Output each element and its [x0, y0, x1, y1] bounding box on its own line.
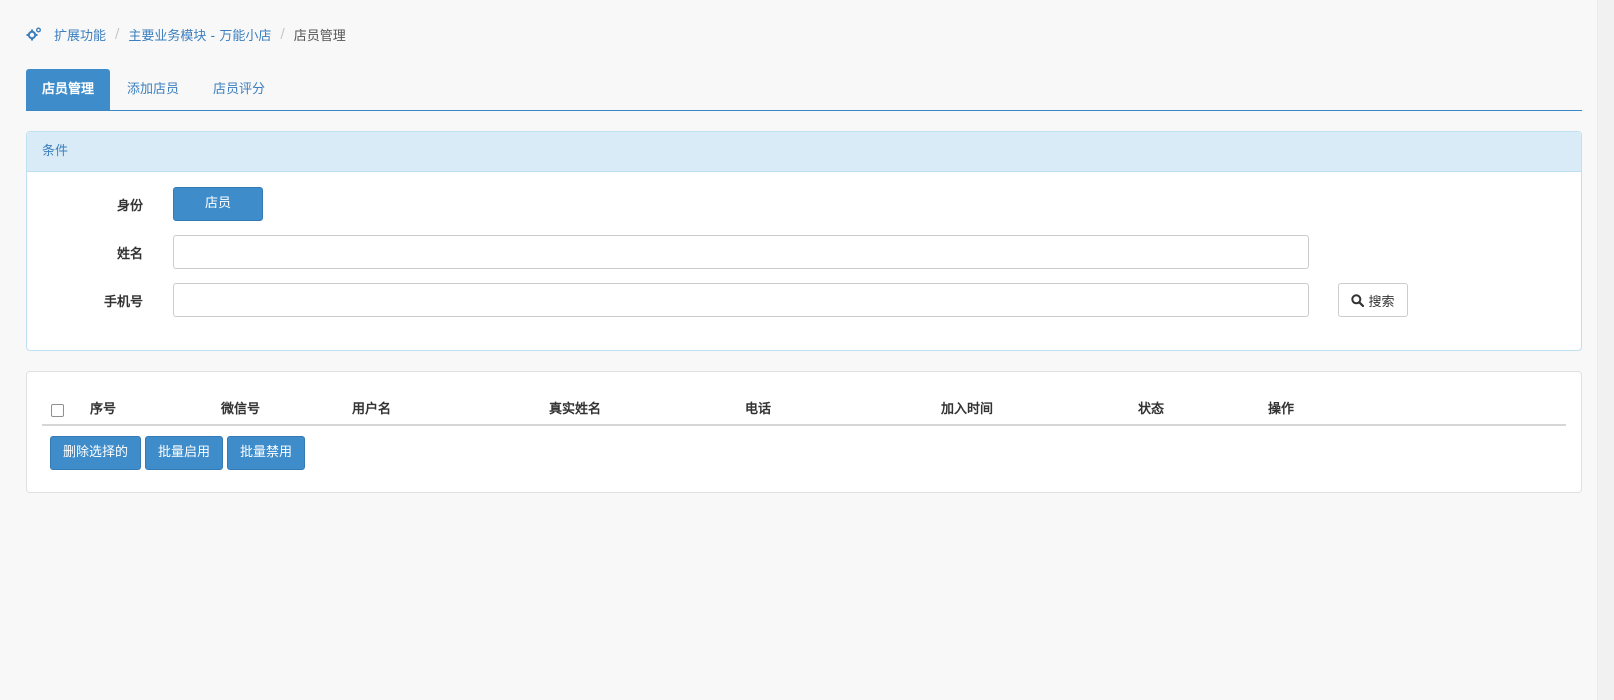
column-header-actions: 操作	[1268, 402, 1295, 417]
name-input[interactable]	[173, 235, 1309, 269]
column-header-join-time: 加入时间	[941, 402, 994, 417]
page: 扩展功能 / 主要业务模块 - 万能小店 / 店员管理 店员管理 添加店员 店员…	[0, 0, 1614, 700]
identity-row: 身份	[27, 187, 143, 221]
tab-add-staff[interactable]: 添加店员	[110, 69, 196, 110]
bulk-enable-button[interactable]: 批量启用	[145, 436, 224, 470]
search-button-label: 搜索	[1368, 294, 1395, 310]
search-icon	[1351, 293, 1365, 307]
breadcrumb: 扩展功能 / 主要业务模块 - 万能小店 / 店员管理	[26, 24, 346, 44]
breadcrumb-item-extensions[interactable]: 扩展功能	[54, 25, 106, 44]
delete-selected-button[interactable]: 删除选择的	[50, 436, 142, 470]
search-button[interactable]: 搜索	[1338, 283, 1408, 317]
column-header-wechat: 微信号	[221, 402, 261, 417]
breadcrumb-item-module[interactable]: 主要业务模块 - 万能小店	[128, 25, 271, 44]
filter-panel-title: 条件	[27, 132, 1581, 172]
breadcrumb-separator: /	[115, 26, 120, 42]
breadcrumb-separator: /	[280, 26, 285, 42]
select-all-checkbox[interactable]	[51, 404, 64, 417]
column-header-realname: 真实姓名	[549, 402, 602, 417]
scrollbar[interactable]	[1597, 0, 1614, 700]
tab-staff-rating[interactable]: 店员评分	[196, 69, 282, 110]
tab-staff-management[interactable]: 店员管理	[26, 69, 111, 110]
phone-row: 手机号	[27, 283, 143, 317]
name-row: 姓名	[27, 235, 143, 269]
name-label: 姓名	[116, 246, 143, 262]
column-header-username: 用户名	[352, 402, 392, 417]
breadcrumb-current: 店员管理	[293, 28, 346, 44]
staff-list-panel: 序号 微信号 用户名 真实姓名 电话 加入时间 状态 操作 删除选择的 批量启用…	[26, 371, 1582, 493]
filter-panel: 条件 身份 店员 姓名 手机号 搜索	[26, 131, 1582, 351]
table-header: 序号 微信号 用户名 真实姓名 电话 加入时间 状态 操作	[42, 396, 1566, 426]
tab-bar: 店员管理 添加店员 店员评分	[26, 69, 1582, 111]
column-header-status: 状态	[1138, 402, 1165, 417]
column-header-phone: 电话	[745, 402, 772, 417]
identity-option-button[interactable]: 店员	[173, 187, 263, 221]
gears-icon	[26, 26, 42, 42]
phone-input[interactable]	[173, 283, 1309, 317]
bulk-disable-button[interactable]: 批量禁用	[227, 436, 306, 470]
column-header-index: 序号	[90, 402, 117, 417]
identity-label: 身份	[116, 198, 143, 214]
phone-label: 手机号	[103, 294, 143, 310]
bulk-actions: 删除选择的 批量启用 批量禁用	[50, 436, 306, 470]
